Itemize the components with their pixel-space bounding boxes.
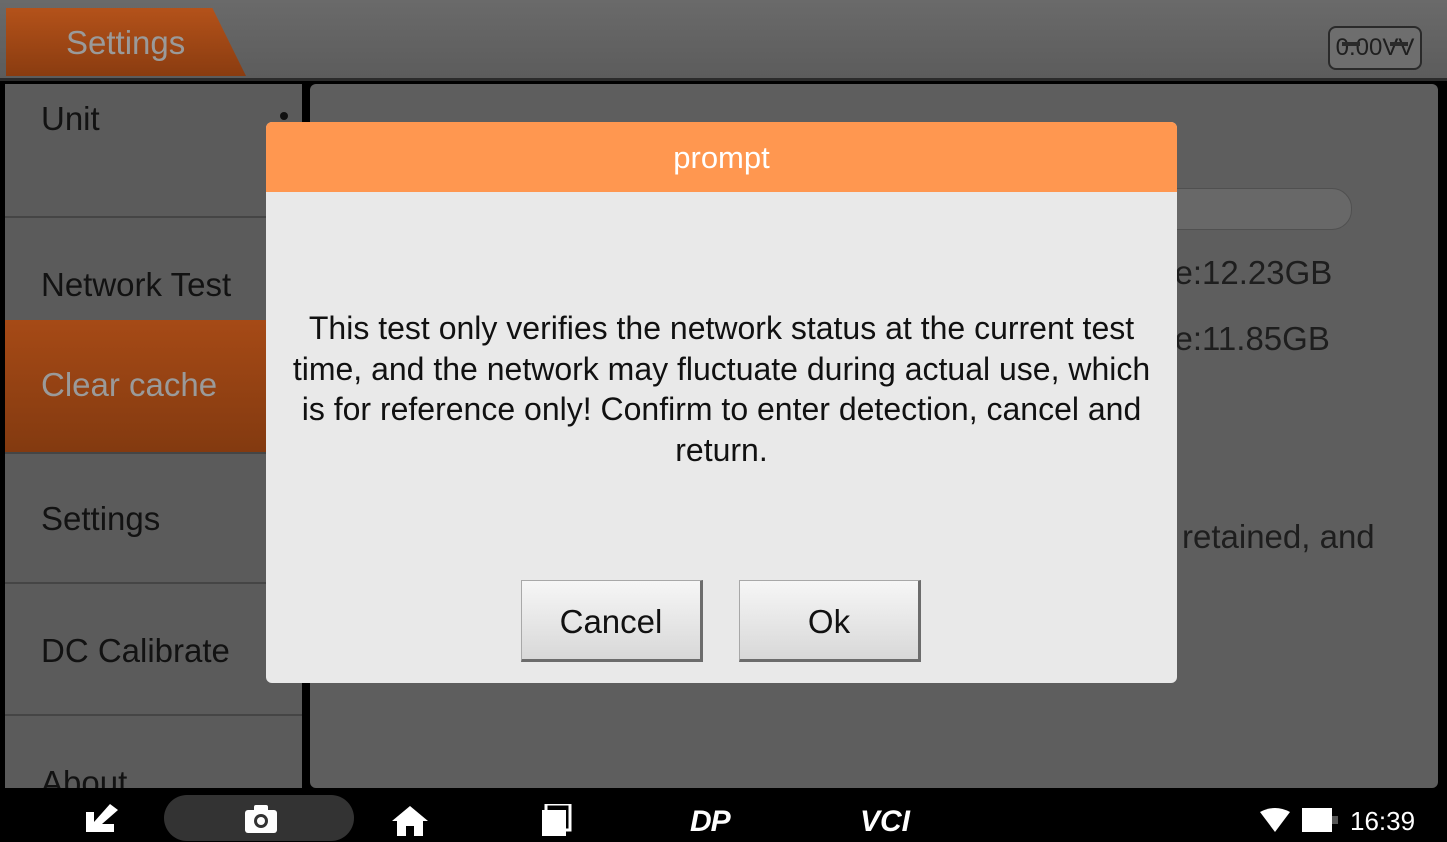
page-title: Settings [66,24,186,61]
prompt-dialog: prompt This test only verifies the netwo… [266,122,1177,683]
vehicle-voltage-indicator: 0.00VV [1328,26,1422,70]
vci-button[interactable]: VCI [860,805,910,839]
title-tab: Settings [6,8,246,76]
sidebar-item-about[interactable]: About [5,716,302,788]
sidebar-item-label: About [41,764,128,788]
sidebar-menu: Unit Network Test Clear cache Settings D… [5,84,302,788]
top-bar: Settings 0.00VV [0,0,1447,81]
sidebar-item-unit[interactable]: Unit [5,84,302,218]
dialog-message: This test only verifies the network stat… [292,310,1151,468]
ok-button[interactable]: Ok [739,580,921,662]
voltage-value: 0.00VV [1335,34,1415,61]
dialog-title: prompt [266,122,1177,192]
home-icon[interactable] [392,806,428,841]
bottom-nav-bar: DP VCI 16:39 [0,794,1447,842]
cancel-button[interactable]: Cancel [521,580,703,662]
battery-terminal-right [1390,42,1408,46]
scroll-indicator-dot [280,112,288,120]
sidebar-item-label: Network Test [41,266,232,303]
sidebar-item-label: Clear cache [41,366,218,403]
recent-apps-icon[interactable] [540,802,572,841]
sidebar-item-label: Unit [41,100,100,137]
sidebar-item-label: Settings [41,500,161,537]
clock-time: 16:39 [1350,806,1416,836]
sidebar-item-dc-calibrate[interactable]: DC Calibrate [5,582,302,716]
sidebar-item-clear-cache[interactable]: Clear cache [5,320,302,454]
wifi-icon [1260,808,1290,837]
free-space-text: ce:11.85GB [1158,320,1330,357]
sidebar-item-label: DC Calibrate [41,632,230,669]
total-space-text: ce:12.23GB [1158,254,1333,291]
camera-icon[interactable] [244,804,278,839]
back-icon[interactable] [80,804,120,837]
battery-icon [1302,808,1338,837]
dp-button[interactable]: DP [690,805,731,839]
battery-terminal-left [1342,42,1360,46]
sidebar-item-settings[interactable]: Settings [5,450,302,584]
cache-note-text: retained, and [1182,518,1375,555]
